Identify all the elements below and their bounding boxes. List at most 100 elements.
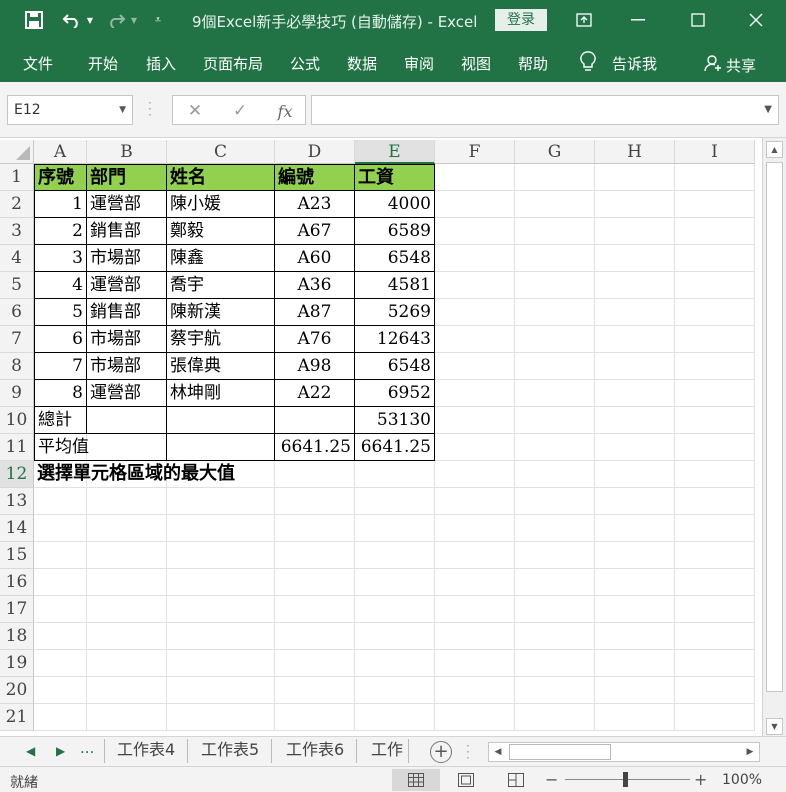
table-cell[interactable]: 陳鑫 [167,245,275,272]
zoom-slider-thumb[interactable] [623,772,628,787]
table-cell[interactable]: A60 [275,245,355,272]
column-header-e[interactable]: E [355,140,435,164]
table-cell[interactable]: 3 [34,245,87,272]
table-cell[interactable]: 5 [34,299,87,326]
row-header-9[interactable]: 9 [0,380,34,407]
column-header-h[interactable]: H [595,140,675,164]
cell[interactable] [595,623,675,650]
table-cell[interactable]: 8 [34,380,87,407]
table-cell[interactable]: 運營部 [87,191,167,218]
row-header-17[interactable]: 17 [0,596,34,623]
cell[interactable] [675,164,755,191]
cell[interactable] [275,515,355,542]
column-header-a[interactable]: A [34,140,87,164]
cell[interactable] [595,245,675,272]
table-cell[interactable]: 6952 [355,380,435,407]
cell[interactable] [167,596,275,623]
cell[interactable] [355,677,435,704]
cell[interactable] [87,677,167,704]
close-button[interactable] [736,6,776,34]
table-cell[interactable]: 林坤剛 [167,380,275,407]
add-sheet-icon[interactable]: + [430,741,452,763]
cell[interactable] [34,569,87,596]
cell[interactable] [595,353,675,380]
sheet-tab-truncated[interactable]: 工作 [359,739,409,763]
cell[interactable] [355,461,435,488]
cell[interactable] [595,488,675,515]
row-header-8[interactable]: 8 [0,353,34,380]
cell[interactable] [167,569,275,596]
vertical-scrollbar[interactable]: ▲ ▼ [762,138,786,738]
table-cell[interactable]: 運營部 [87,272,167,299]
table-cell[interactable]: A98 [275,353,355,380]
table-cell[interactable]: A36 [275,272,355,299]
cell[interactable] [595,218,675,245]
cell[interactable] [275,650,355,677]
cell[interactable] [355,542,435,569]
cell[interactable] [355,515,435,542]
undo-dropdown-icon[interactable]: ▼ [84,8,96,32]
cell[interactable] [435,245,515,272]
login-button[interactable]: 登录 [495,9,547,31]
next-sheet-icon[interactable]: ▶ [56,744,65,758]
cell[interactable] [34,650,87,677]
column-header-i[interactable]: I [675,140,755,164]
cell[interactable] [675,623,755,650]
column-header-f[interactable]: F [435,140,515,164]
column-header-d[interactable]: D [275,140,355,164]
cell[interactable] [435,407,515,434]
cell[interactable] [675,353,755,380]
formula-input[interactable]: ▼ [311,95,779,125]
average-e-cell[interactable]: 6641.25 [355,434,435,461]
undo-icon[interactable] [60,8,84,32]
row-header-1[interactable]: 1 [0,164,34,191]
cell[interactable] [515,488,595,515]
cell[interactable] [515,164,595,191]
cell[interactable] [435,353,515,380]
formula-bar-resize-handle[interactable]: ⋅ ⋅ ⋅ [148,97,152,121]
cell[interactable] [515,272,595,299]
cell[interactable] [595,515,675,542]
cell[interactable] [435,515,515,542]
select-all-button[interactable] [0,140,34,164]
cell[interactable] [275,542,355,569]
cell[interactable] [435,299,515,326]
cell[interactable] [675,245,755,272]
cell[interactable] [34,623,87,650]
header-cell[interactable]: 工資 [355,164,435,191]
row-header-2[interactable]: 2 [0,191,34,218]
cell[interactable] [675,515,755,542]
cell[interactable] [675,191,755,218]
table-cell[interactable] [275,407,355,434]
sheet-tab-5[interactable]: 工作表5 [189,739,273,763]
table-cell[interactable] [87,407,167,434]
cell[interactable] [435,704,515,731]
row-header-7[interactable]: 7 [0,326,34,353]
table-cell[interactable]: 張偉典 [167,353,275,380]
row-header-20[interactable]: 20 [0,677,34,704]
cell[interactable] [87,569,167,596]
row-header-3[interactable]: 3 [0,218,34,245]
sheet-tab-4[interactable]: 工作表4 [104,739,189,763]
row-header-12[interactable]: 12 [0,461,34,488]
row-header-15[interactable]: 15 [0,542,34,569]
cell[interactable] [87,623,167,650]
cell[interactable] [355,704,435,731]
table-cell[interactable]: 6548 [355,353,435,380]
cell[interactable] [595,380,675,407]
tab-insert[interactable]: 插入 [146,53,176,74]
enter-icon[interactable]: ✓ [228,100,252,122]
table-cell[interactable]: 陳新漢 [167,299,275,326]
cell[interactable] [595,677,675,704]
cell[interactable] [515,245,595,272]
table-cell[interactable]: A23 [275,191,355,218]
tab-review[interactable]: 审阅 [404,53,434,74]
cell[interactable] [435,218,515,245]
cell[interactable] [34,542,87,569]
cell[interactable] [34,515,87,542]
cell[interactable] [515,407,595,434]
minimize-button[interactable] [618,6,658,34]
cell[interactable] [435,434,515,461]
cell[interactable] [515,704,595,731]
save-icon[interactable] [22,8,46,32]
